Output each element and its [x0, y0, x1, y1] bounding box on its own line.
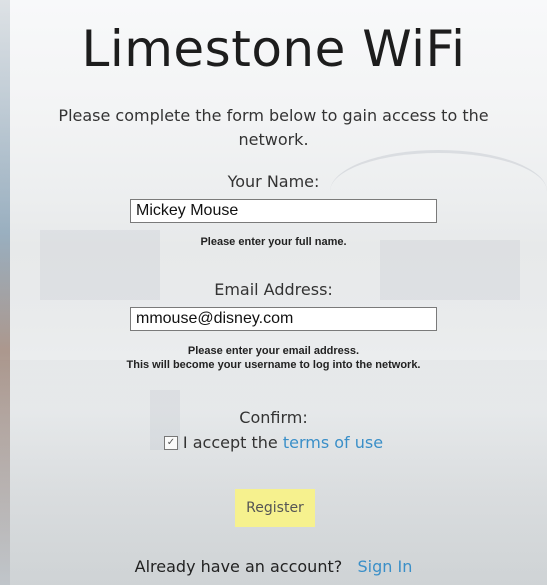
email-hint-line2: This will become your username to log in…	[126, 359, 421, 371]
confirm-label: Confirm:	[239, 408, 308, 427]
name-input[interactable]	[130, 199, 437, 223]
signin-row: Already have an account? Sign In	[0, 557, 547, 576]
accept-terms-checkbox[interactable]: ✓	[163, 435, 178, 450]
register-button[interactable]: Register	[235, 489, 315, 527]
signin-prompt: Already have an account?	[134, 557, 343, 576]
check-icon: ✓	[166, 436, 176, 448]
email-label: Email Address:	[214, 280, 333, 299]
page-subtitle: Please complete the form below to gain a…	[58, 106, 489, 149]
sign-in-link[interactable]: Sign In	[358, 557, 413, 576]
email-hint-line1: Please enter your email address.	[187, 345, 360, 357]
terms-of-use-link[interactable]: terms of use	[283, 433, 383, 452]
accept-terms-row: ✓ I accept the terms of use	[0, 433, 547, 452]
page-title: Limestone WiFi	[81, 20, 466, 78]
name-hint: Please enter your full name.	[200, 236, 347, 248]
accept-terms-text: I accept the	[182, 433, 278, 452]
name-label: Your Name:	[227, 172, 320, 191]
email-input[interactable]	[130, 307, 437, 331]
background-water	[0, 360, 547, 585]
